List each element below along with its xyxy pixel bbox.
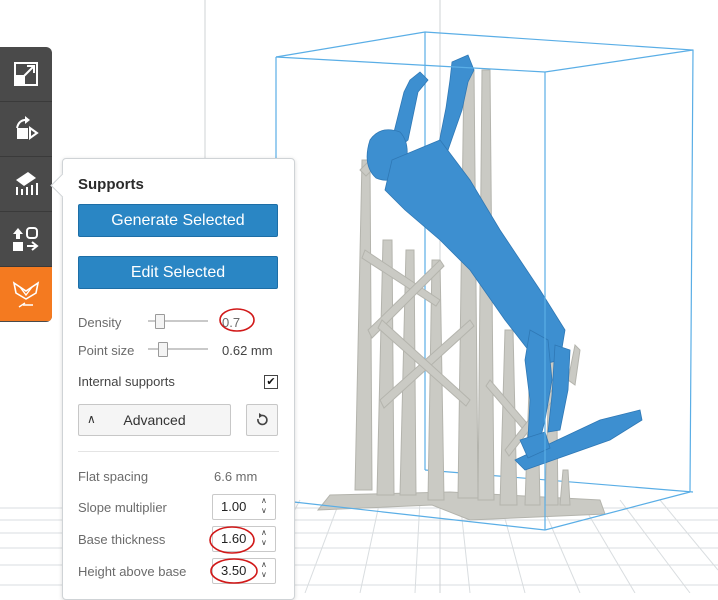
base-thickness-input[interactable]: 1.60 ∧ ∨ bbox=[212, 526, 276, 552]
scale-icon bbox=[14, 62, 38, 86]
preform-tool-button[interactable] bbox=[0, 267, 52, 321]
point-size-slider-thumb[interactable] bbox=[158, 342, 168, 357]
panel-divider bbox=[78, 451, 279, 452]
slope-multiplier-value: 1.00 bbox=[221, 499, 247, 514]
rotate-tool-button[interactable] bbox=[0, 102, 52, 157]
edit-selected-button[interactable]: Edit Selected bbox=[78, 256, 278, 289]
spin-arrows-icon[interactable]: ∧ ∨ bbox=[261, 528, 271, 548]
reset-icon bbox=[257, 413, 268, 426]
spin-arrows-icon[interactable]: ∧ ∨ bbox=[261, 560, 271, 580]
reset-button[interactable] bbox=[246, 404, 278, 436]
slope-multiplier-input[interactable]: 1.00 ∧ ∨ bbox=[212, 494, 276, 520]
density-label: Density bbox=[78, 315, 122, 330]
internal-supports-label: Internal supports bbox=[78, 374, 175, 389]
height-above-base-input[interactable]: 3.50 ∧ ∨ bbox=[212, 558, 276, 584]
flat-spacing-value: 6.6 mm bbox=[214, 469, 258, 484]
flat-spacing-label: Flat spacing bbox=[78, 469, 149, 484]
preform-icon bbox=[12, 281, 40, 308]
point-size-value: 0.62 mm bbox=[222, 343, 273, 358]
slope-multiplier-label: Slope multiplier bbox=[78, 500, 167, 515]
left-toolbar bbox=[0, 47, 52, 322]
layout-tool-button[interactable] bbox=[0, 212, 52, 267]
generate-selected-button[interactable]: Generate Selected bbox=[78, 204, 278, 237]
base-thickness-label: Base thickness bbox=[78, 532, 166, 547]
supports-tool-button[interactable] bbox=[0, 157, 52, 212]
panel-title: Supports bbox=[78, 176, 144, 193]
scale-tool-button[interactable] bbox=[0, 47, 52, 102]
advanced-toggle-button[interactable]: ∧ Advanced bbox=[78, 404, 231, 436]
density-slider-thumb[interactable] bbox=[155, 314, 165, 329]
spin-arrows-icon[interactable]: ∧ ∨ bbox=[261, 496, 271, 516]
point-size-label: Point size bbox=[78, 343, 135, 358]
base-thickness-value: 1.60 bbox=[221, 531, 247, 546]
density-slider[interactable] bbox=[148, 314, 208, 329]
internal-supports-checkbox[interactable]: ✔ bbox=[264, 375, 278, 389]
height-above-base-value: 3.50 bbox=[221, 563, 247, 578]
height-above-base-label: Height above base bbox=[78, 564, 187, 579]
supports-panel: Supports Generate Selected Edit Selected… bbox=[50, 158, 295, 600]
layout-icon bbox=[13, 227, 39, 251]
rotate-icon bbox=[16, 116, 39, 140]
density-value: 0.7 bbox=[222, 315, 241, 330]
advanced-label: Advanced bbox=[123, 412, 186, 428]
supports-icon bbox=[16, 172, 38, 195]
point-size-slider[interactable] bbox=[148, 342, 208, 357]
